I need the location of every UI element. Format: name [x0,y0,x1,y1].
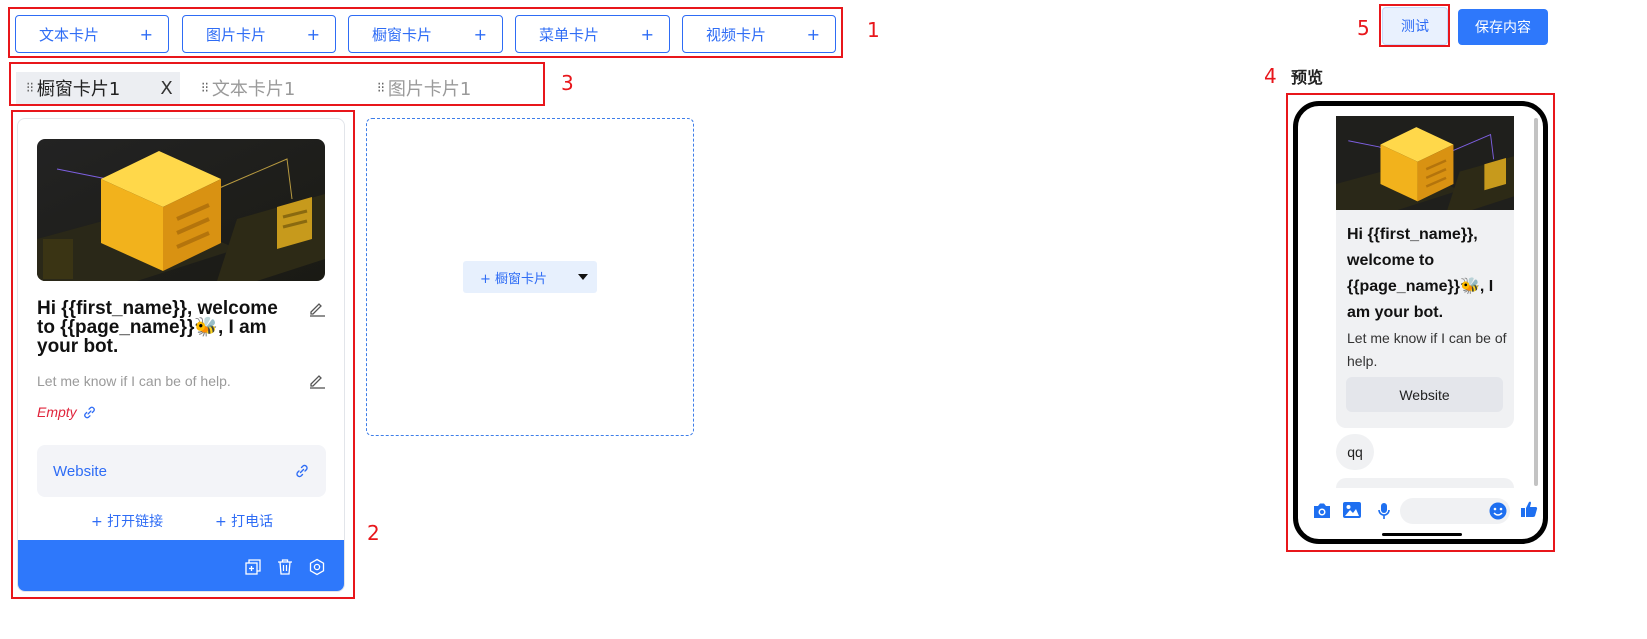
card-title: Hi {{first_name}}, welcome to {{page_nam… [37,298,278,357]
card-subtitle: Let me know if I can be of help. [37,373,231,389]
drag-handle-icon[interactable]: ⁝⁝ [377,80,385,96]
tab-showcase-card-1[interactable]: ⁝⁝ 橱窗卡片1 X [16,72,180,104]
add-showcase-card-label[interactable]: + 橱窗卡片 [463,268,569,287]
preview-label: 预览 [1291,68,1324,87]
edit-subtitle-icon[interactable] [308,371,326,389]
card-image[interactable] [37,139,325,281]
annotation-number-5: 5 [1357,16,1370,40]
link-icon[interactable] [294,463,310,479]
type-btn-label: 菜单卡片 [539,25,600,44]
settings-icon[interactable] [308,558,326,576]
type-btn-label: 文本卡片 [39,25,100,44]
card-button-label: Website [53,462,107,480]
thumbs-up-icon[interactable] [1520,500,1538,523]
test-button[interactable]: 测试 [1382,7,1448,45]
tab-label: 图片卡片1 [387,79,472,100]
card-button-website[interactable]: Website [37,445,326,497]
drag-handle-icon[interactable]: ⁝⁝ [26,80,34,96]
add-showcase-card-dropdown[interactable]: + 橱窗卡片 [463,261,597,293]
plus-icon: + [139,24,153,44]
image-icon[interactable] [1342,501,1362,524]
phone-preview: Hi {{first_name}}, welcome to {{page_nam… [1293,101,1548,544]
save-content-button[interactable]: 保存内容 [1458,9,1548,45]
duplicate-icon[interactable] [244,558,262,576]
microphone-icon[interactable] [1378,502,1390,525]
preview-card-subtitle: Let me know if I can be of help. [1347,330,1507,369]
plus-icon: + [806,24,820,44]
showcase-card-editor: Hi {{first_name}}, welcome to {{page_nam… [17,118,345,592]
card-link-empty[interactable]: Empty [37,404,97,420]
preview-scrollbar[interactable] [1534,118,1538,486]
camera-icon[interactable] [1312,502,1332,524]
add-phone-call-button[interactable]: + 打电话 [215,511,273,531]
drag-handle-icon[interactable]: ⁝⁝ [201,80,209,96]
type-btn-label: 图片卡片 [206,25,267,44]
preview-message-bubble: qq [1336,434,1374,470]
link-icon [82,405,97,420]
add-showcase-card-area: + 橱窗卡片 [366,118,694,436]
add-showcase-card-button[interactable]: 橱窗卡片 + [348,15,503,53]
preview-card-title: Hi {{first_name}}, welcome to {{page_nam… [1347,226,1494,321]
tab-text-card-1[interactable]: ⁝⁝ 文本卡片1 [201,72,351,104]
plus-icon: + [473,24,487,44]
card-footer-toolbar [18,540,344,591]
add-video-card-button[interactable]: 视频卡片 + [682,15,836,53]
emoji-icon[interactable] [1489,502,1507,525]
annotation-number-3: 3 [561,71,574,95]
preview-website-button[interactable]: Website [1346,377,1503,412]
plus-icon: + [640,24,654,44]
tab-image-card-1[interactable]: ⁝⁝ 图片卡片1 [377,72,527,104]
home-indicator [1382,533,1462,536]
annotation-number-1: 1 [867,18,880,42]
type-btn-label: 视频卡片 [706,25,767,44]
annotation-number-2: 2 [367,521,380,545]
add-image-card-button[interactable]: 图片卡片 + [182,15,336,53]
delete-icon[interactable] [276,558,294,576]
tab-label: 橱窗卡片1 [36,79,121,100]
preview-card: Hi {{first_name}}, welcome to {{page_nam… [1336,116,1514,428]
add-open-link-button[interactable]: + 打开链接 [91,511,163,531]
preview-card-image [1336,116,1514,210]
caret-down-icon[interactable] [569,274,597,280]
empty-link-label: Empty [37,404,77,420]
close-tab-icon[interactable]: X [160,78,172,99]
annotation-number-4: 4 [1264,64,1277,88]
plus-icon: + [306,24,320,44]
type-btn-label: 橱窗卡片 [372,25,433,44]
add-menu-card-button[interactable]: 菜单卡片 + [515,15,670,53]
preview-next-bubble [1336,478,1514,488]
add-text-card-button[interactable]: 文本卡片 + [15,15,169,53]
edit-title-icon[interactable] [308,299,326,317]
tab-label: 文本卡片1 [211,79,296,100]
